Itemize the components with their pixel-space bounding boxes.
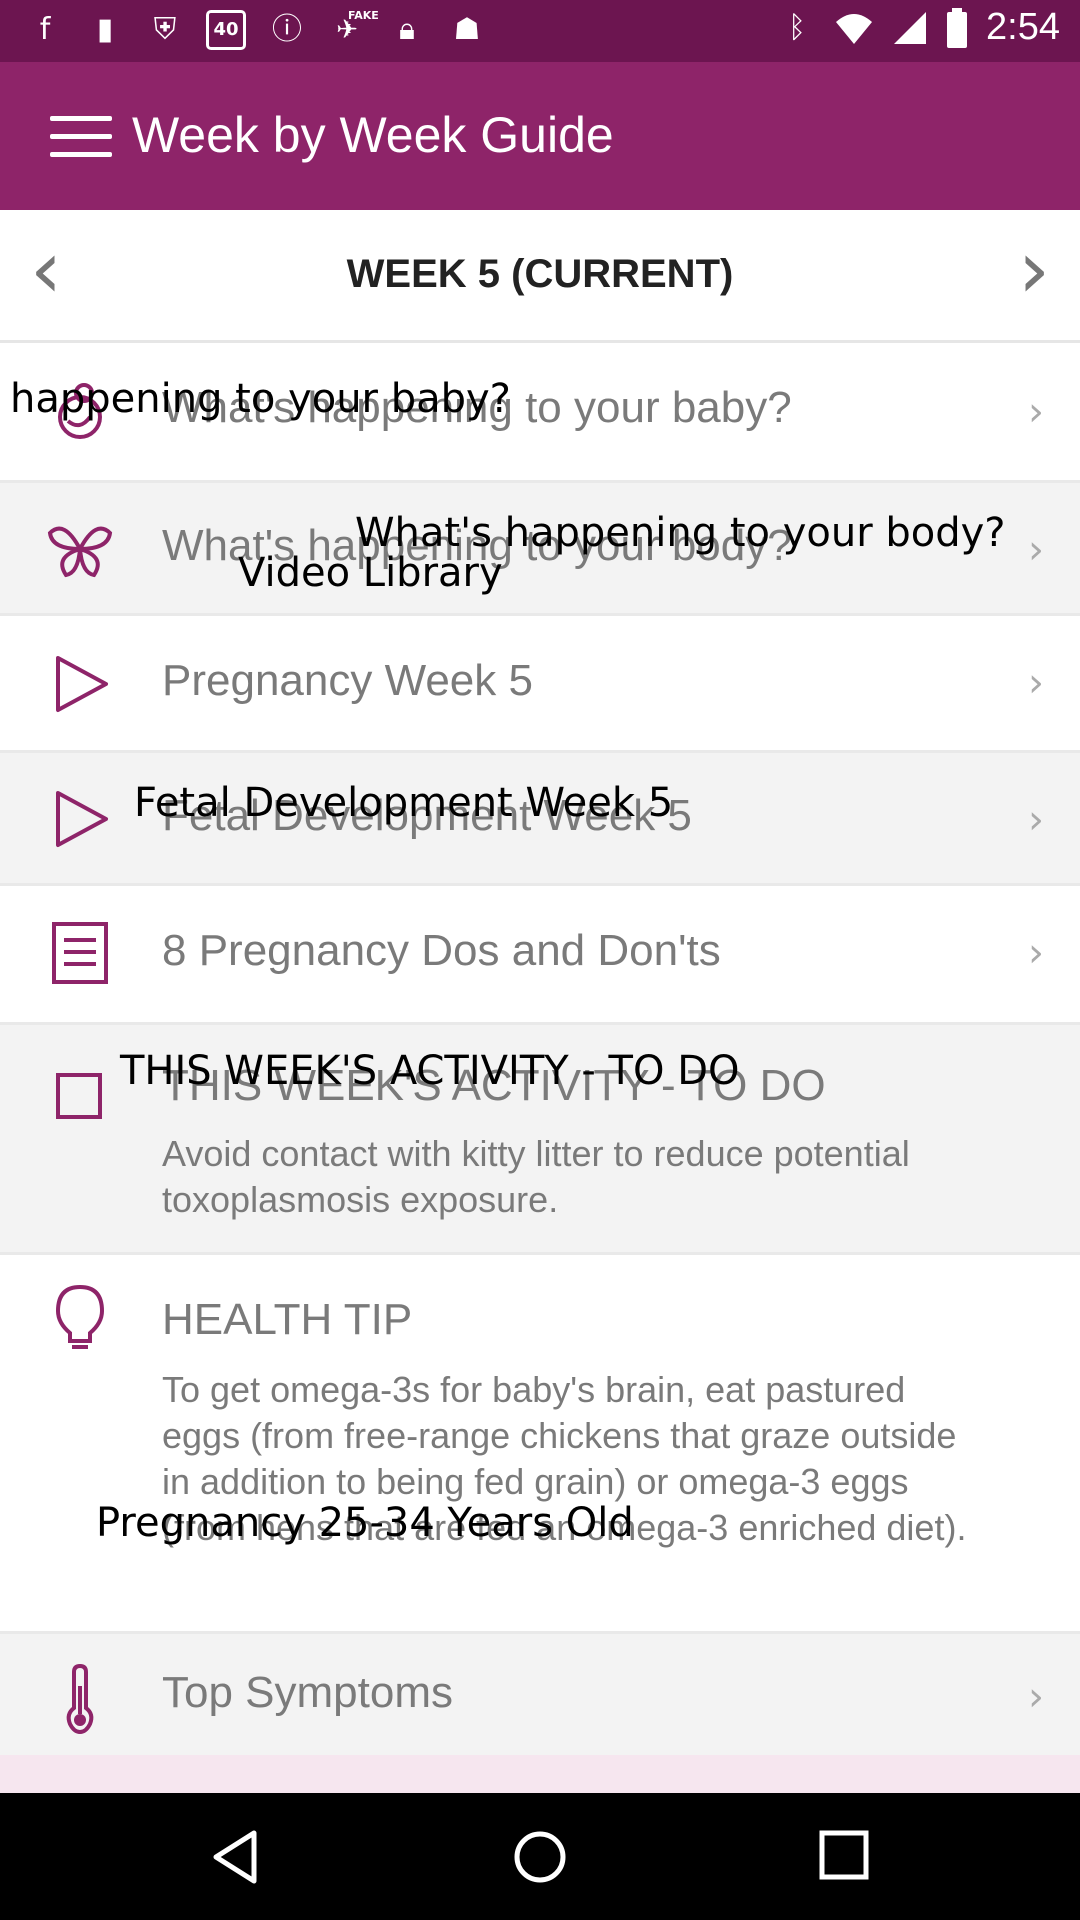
overlay-label-pregnancy-age: Pregnancy 25-34 Years Old <box>96 1500 634 1546</box>
chevron-right-icon: › <box>1028 527 1044 573</box>
facebook-icon: f <box>39 12 51 47</box>
recent-apps-icon[interactable] <box>818 1829 870 1881</box>
info-icon: ⓘ <box>272 12 302 47</box>
status-time: 2:54 <box>986 6 1060 48</box>
overlay-label-fetal: Fetal Development Week 5 <box>134 780 674 826</box>
shield-icon: ⛨ <box>153 12 177 47</box>
chevron-right-icon: › <box>1028 660 1044 706</box>
back-icon[interactable] <box>210 1829 260 1885</box>
app-bar: Week by Week Guide <box>0 62 1080 210</box>
overlay-label-baby: happening to your baby? <box>10 376 511 422</box>
list-item-label: 8 Pregnancy Dos and Don'ts <box>162 926 721 975</box>
badge-40-icon: 40 <box>206 10 246 50</box>
play-icon <box>56 656 108 712</box>
menu-icon <box>50 116 112 121</box>
status-left-icons: f ▮ ⛨ 40 ⓘ ✈ FAKE 🔒︎ ☗ <box>26 9 486 50</box>
pink-strip <box>0 1755 1080 1793</box>
week-title: WEEK 5 (CURRENT) <box>346 252 734 296</box>
home-icon[interactable] <box>512 1829 568 1885</box>
list-item-label: Pregnancy Week 5 <box>162 656 533 705</box>
lock-icon: 🔒︎ <box>399 12 415 47</box>
wifi-icon <box>836 13 873 44</box>
overlay-label-activity: THIS WEEK'S ACTIVITY - TO DO <box>120 1048 740 1094</box>
overlay-label-video-library: Video Library <box>238 550 503 596</box>
health-tip-title: HEALTH TIP <box>162 1295 413 1344</box>
thermometer-icon <box>66 1663 94 1734</box>
satellite-icon: ✈ FAKE <box>328 9 379 50</box>
list-item-health-tip: HEALTH TIP To get omega-3s for baby's br… <box>0 1255 1080 1634</box>
flipboard-icon: ▮ <box>96 12 114 47</box>
fake-label: FAKE <box>348 9 379 22</box>
page-title: Week by Week Guide <box>132 107 614 163</box>
activity-text: Avoid contact with kitty litter to reduc… <box>162 1133 910 1220</box>
menu-icon-bar <box>50 152 112 157</box>
week-navigation: ‹ WEEK 5 (CURRENT) › <box>0 210 1080 343</box>
chevron-right-icon: › <box>1028 797 1044 843</box>
signal-icon <box>894 11 927 44</box>
battery-icon <box>947 7 968 48</box>
menu-button[interactable] <box>50 116 112 158</box>
play-icon <box>56 791 108 847</box>
checkbox-icon[interactable] <box>44 1061 116 1133</box>
lightbulb-icon <box>55 1284 105 1349</box>
bluetooth-icon: ᛒ <box>788 9 807 45</box>
butterfly-icon <box>47 526 113 578</box>
chevron-right-icon: › <box>1028 1674 1044 1720</box>
system-nav-bar <box>0 1793 1080 1920</box>
status-bar: f ▮ ⛨ 40 ⓘ ✈ FAKE 🔒︎ ☗ ᛒ 2:54 <box>0 0 1080 62</box>
status-right: ᛒ 2:54 <box>778 6 1060 49</box>
chevron-right-icon: › <box>1028 389 1044 435</box>
list-item-pregnancy-week[interactable]: Pregnancy Week 5 › <box>0 616 1080 753</box>
robot-icon: ☗ <box>453 12 481 47</box>
chevron-right-icon: › <box>1028 930 1044 976</box>
list-item-dos-donts[interactable]: 8 Pregnancy Dos and Don'ts › <box>0 886 1080 1025</box>
list-item-top-symptoms[interactable]: Top Symptoms › <box>0 1634 1080 1765</box>
document-icon <box>52 922 108 984</box>
next-week-button[interactable]: › <box>1018 230 1050 310</box>
menu-icon-bar <box>50 134 112 139</box>
list-item-label: Top Symptoms <box>162 1668 453 1717</box>
